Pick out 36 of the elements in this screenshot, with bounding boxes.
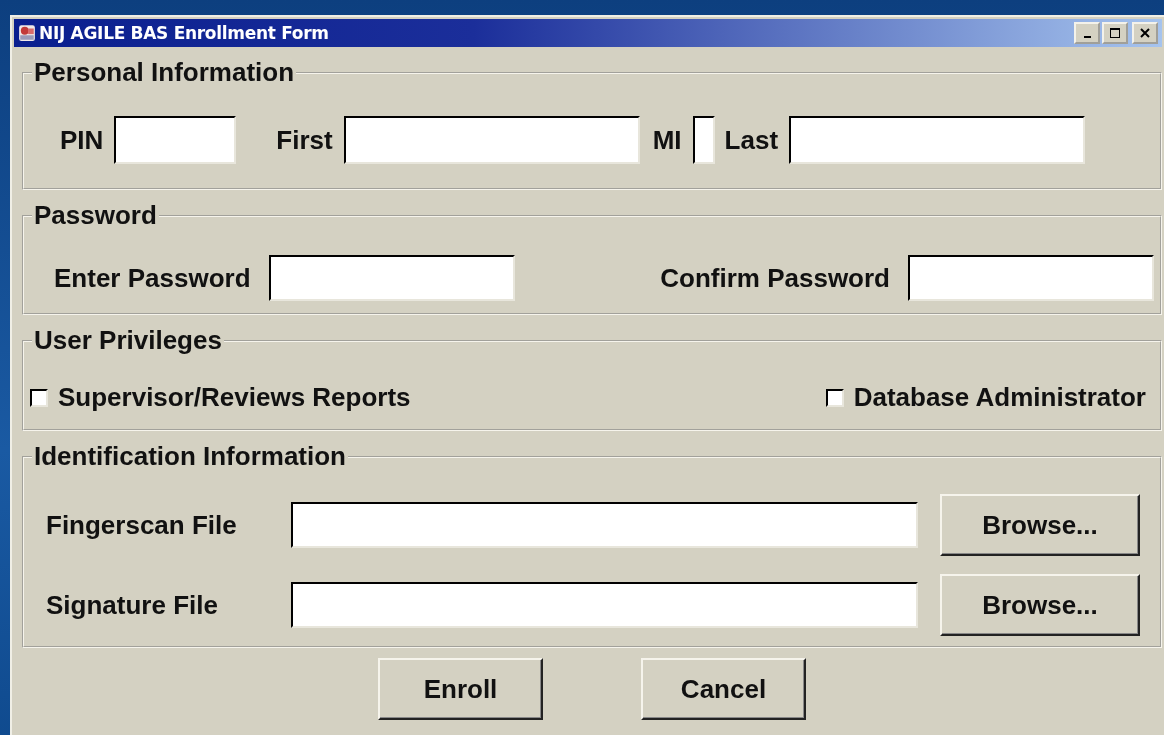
window-title: NIJ AGILE BAS Enrollment Form: [39, 23, 330, 43]
section-title: Personal Information: [33, 57, 296, 88]
input-field[interactable]: [692, 116, 715, 164]
checkbox[interactable]: [30, 388, 48, 407]
input-field[interactable]: [789, 116, 1086, 164]
field-label: Fingerscan File: [46, 509, 238, 541]
minimize-button[interactable]: [1074, 22, 1100, 44]
close-icon: [1139, 27, 1151, 39]
minimize-icon: [1083, 36, 1091, 38]
checkbox[interactable]: [825, 388, 844, 407]
input-field[interactable]: [291, 502, 918, 548]
maximize-button[interactable]: [1102, 22, 1128, 44]
section-title: Identification Information: [33, 441, 347, 472]
dialog-button[interactable]: Enroll: [378, 658, 543, 720]
field-label: Confirm Password: [660, 262, 890, 294]
app-icon: [18, 24, 36, 42]
close-button[interactable]: [1132, 22, 1158, 44]
maximize-icon: [1109, 27, 1121, 39]
field-label: MI: [652, 124, 682, 156]
input-field[interactable]: [343, 116, 640, 164]
section-title: User Privileges: [33, 325, 223, 356]
checkbox-label: Database Administrator: [853, 382, 1146, 413]
browse-button[interactable]: Browse...: [940, 574, 1140, 636]
input-field[interactable]: [908, 255, 1154, 301]
checkbox-label: Supervisor/Reviews Reports: [58, 382, 411, 413]
field-label: Last: [724, 124, 779, 156]
input-field[interactable]: [114, 116, 237, 164]
field-label: Enter Password: [54, 262, 251, 294]
dialog-button[interactable]: Cancel: [641, 658, 806, 720]
input-field[interactable]: [291, 582, 918, 628]
field-label: First: [276, 124, 333, 156]
section-title: Password: [33, 200, 158, 231]
field-label: PIN: [60, 124, 104, 156]
field-label: Signature File: [46, 589, 219, 621]
input-field[interactable]: [268, 255, 515, 301]
browse-button[interactable]: Browse...: [940, 494, 1140, 556]
